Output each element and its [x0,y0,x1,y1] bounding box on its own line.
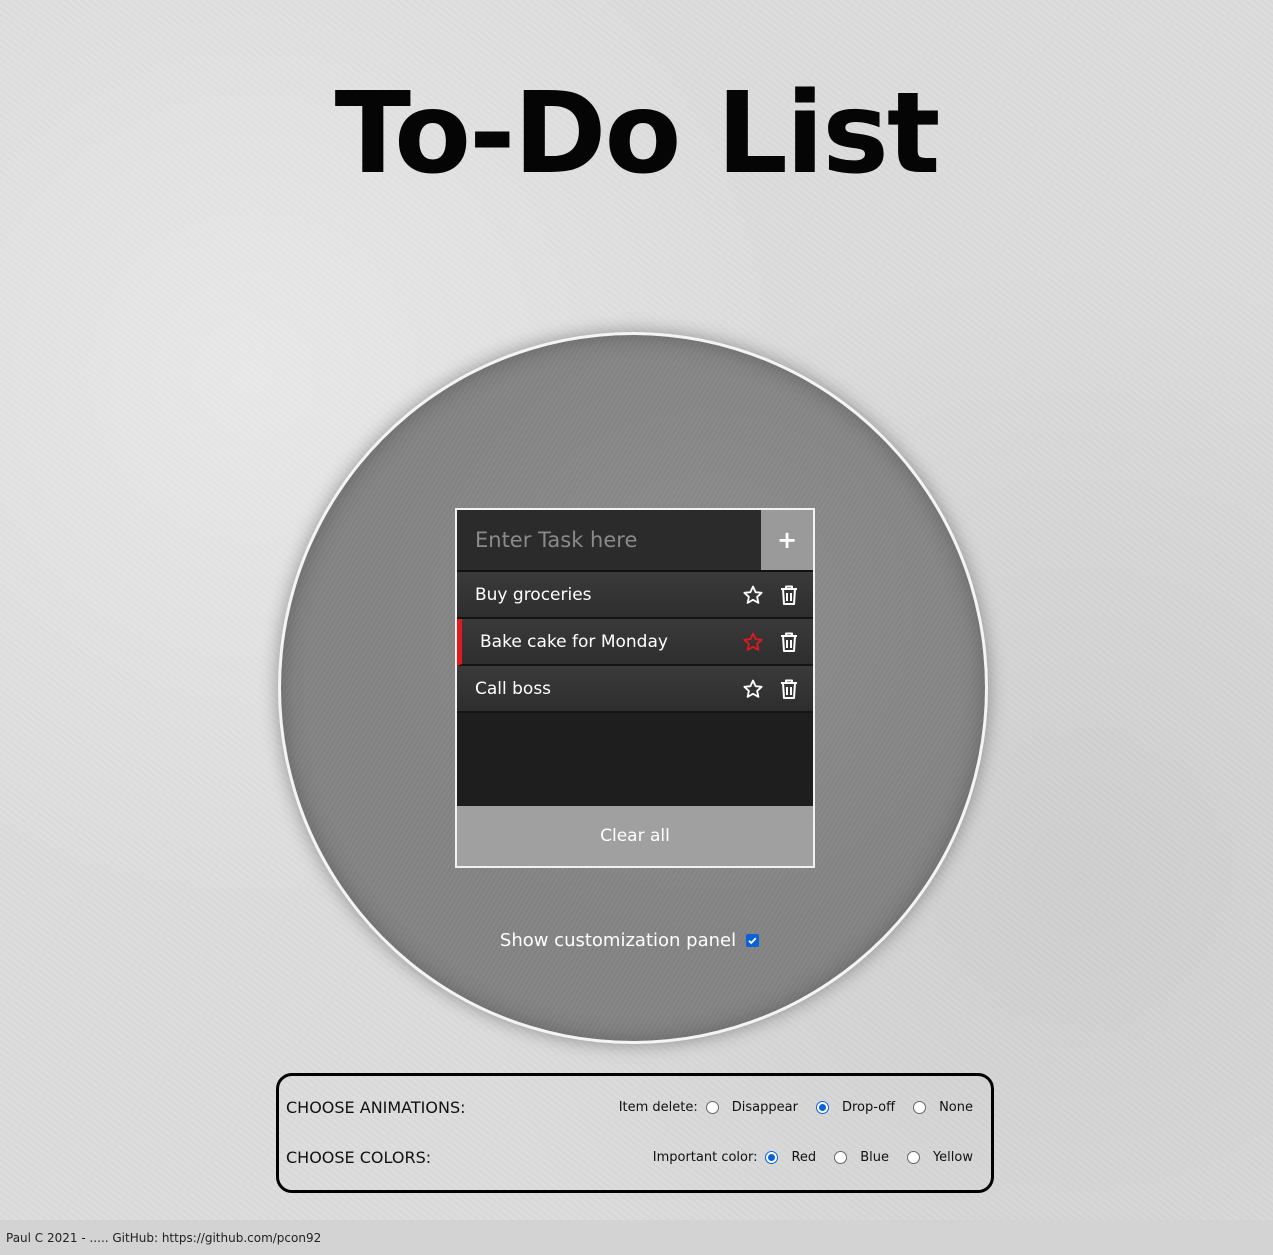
list-item: Buy groceries [457,572,813,619]
radio-yellow[interactable] [906,1151,920,1164]
star-icon[interactable] [741,583,765,607]
task-text: Call boss [475,678,552,699]
radio-label-yellow: Yellow [932,1150,973,1165]
task-text: Bake cake for Monday [480,631,668,652]
check-icon [748,937,757,945]
radio-drop-off[interactable] [815,1101,829,1114]
plus-icon: + [776,526,798,554]
radio-none[interactable] [913,1101,927,1114]
task-input[interactable] [457,510,761,570]
animations-heading: CHOOSE ANIMATIONS: [286,1098,466,1117]
animation-options: Item delete: Disappear Drop-off None [619,1100,973,1115]
customization-panel: CHOOSE ANIMATIONS: Item delete: Disappea… [276,1073,994,1193]
customization-toggle: Show customization panel [0,930,1273,951]
important-color-label: Important color: [652,1150,758,1165]
list-item: Call boss [457,666,813,713]
radio-label-none: None [939,1100,973,1115]
trash-icon[interactable] [777,677,801,701]
radio-red[interactable] [765,1151,779,1164]
animations-row: CHOOSE ANIMATIONS: Item delete: Disappea… [286,1098,973,1117]
star-icon[interactable] [741,677,765,701]
list-item: Bake cake for Monday [457,619,813,666]
radio-disappear[interactable] [705,1101,719,1114]
radio-label-drop-off: Drop-off [841,1100,896,1115]
customization-checkbox[interactable] [746,934,760,947]
star-icon[interactable] [741,630,765,654]
color-options: Important color: Red Blue Yellow [653,1150,973,1165]
add-task-button[interactable]: + [761,510,813,570]
radio-label-red: Red [791,1150,817,1165]
colors-row: CHOOSE COLORS: Important color: Red Blue… [286,1148,973,1167]
footer: Paul C 2021 - ..... GitHub: https://gith… [0,1220,1273,1255]
radio-blue[interactable] [834,1151,848,1164]
task-input-row: + [457,510,813,572]
radio-label-disappear: Disappear [731,1100,798,1115]
clear-all-button[interactable]: Clear all [457,806,813,866]
task-text: Buy groceries [475,584,592,605]
item-delete-label: Item delete: [618,1100,698,1115]
customization-toggle-label: Show customization panel [499,930,737,951]
trash-icon[interactable] [777,583,801,607]
task-list: Buy groceries Bake cake for Monday Call … [457,572,813,806]
colors-heading: CHOOSE COLORS: [286,1148,432,1167]
page-title: To-Do List [334,69,941,199]
radio-label-blue: Blue [860,1150,889,1165]
todo-widget: + Buy groceries Bake cake for Monday Cal… [455,508,815,868]
trash-icon[interactable] [777,630,801,654]
